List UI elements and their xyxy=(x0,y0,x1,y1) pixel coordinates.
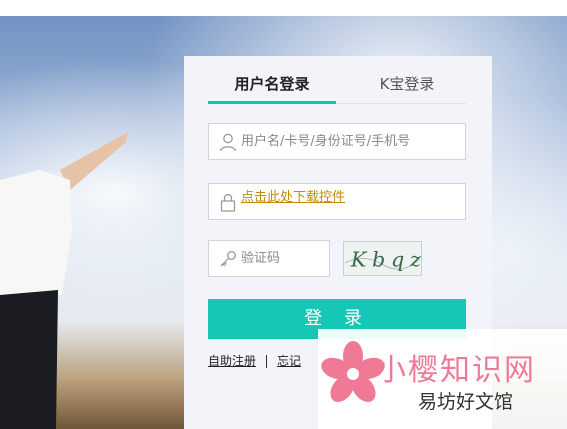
watermark-brand: 小樱知识网 xyxy=(376,353,536,388)
captcha-field[interactable]: 验证码 xyxy=(208,240,330,277)
captcha-image[interactable]: Kbqz xyxy=(343,241,422,276)
background-person xyxy=(0,132,128,429)
bottom-links: 自助注册 忘记 xyxy=(208,352,301,369)
captcha-text: Kbqz xyxy=(350,248,422,272)
username-placeholder: 用户名/卡号/身份证号/手机号 xyxy=(241,134,411,149)
watermark: 小樱知识网 易坊好文馆 xyxy=(318,329,567,429)
captcha-placeholder: 验证码 xyxy=(241,251,281,266)
top-strip xyxy=(0,0,567,16)
link-divider xyxy=(266,355,268,368)
forgot-link[interactable]: 忘记 xyxy=(277,354,301,368)
key-icon xyxy=(220,251,236,267)
self-register-link[interactable]: 自助注册 xyxy=(208,354,256,368)
tab-kbao-login[interactable]: K宝登录 xyxy=(348,72,466,104)
password-field[interactable]: 点击此处下载控件 xyxy=(208,183,466,220)
tab-username-login[interactable]: 用户名登录 xyxy=(208,72,336,104)
download-plugin-link[interactable]: 点击此处下载控件 xyxy=(241,180,345,215)
username-field[interactable]: 用户名/卡号/身份证号/手机号 xyxy=(208,123,466,160)
login-tabs: 用户名登录 K宝登录 xyxy=(208,72,466,104)
lock-icon xyxy=(220,193,236,212)
user-icon xyxy=(219,133,237,152)
watermark-subtitle: 易坊好文馆 xyxy=(418,391,514,413)
